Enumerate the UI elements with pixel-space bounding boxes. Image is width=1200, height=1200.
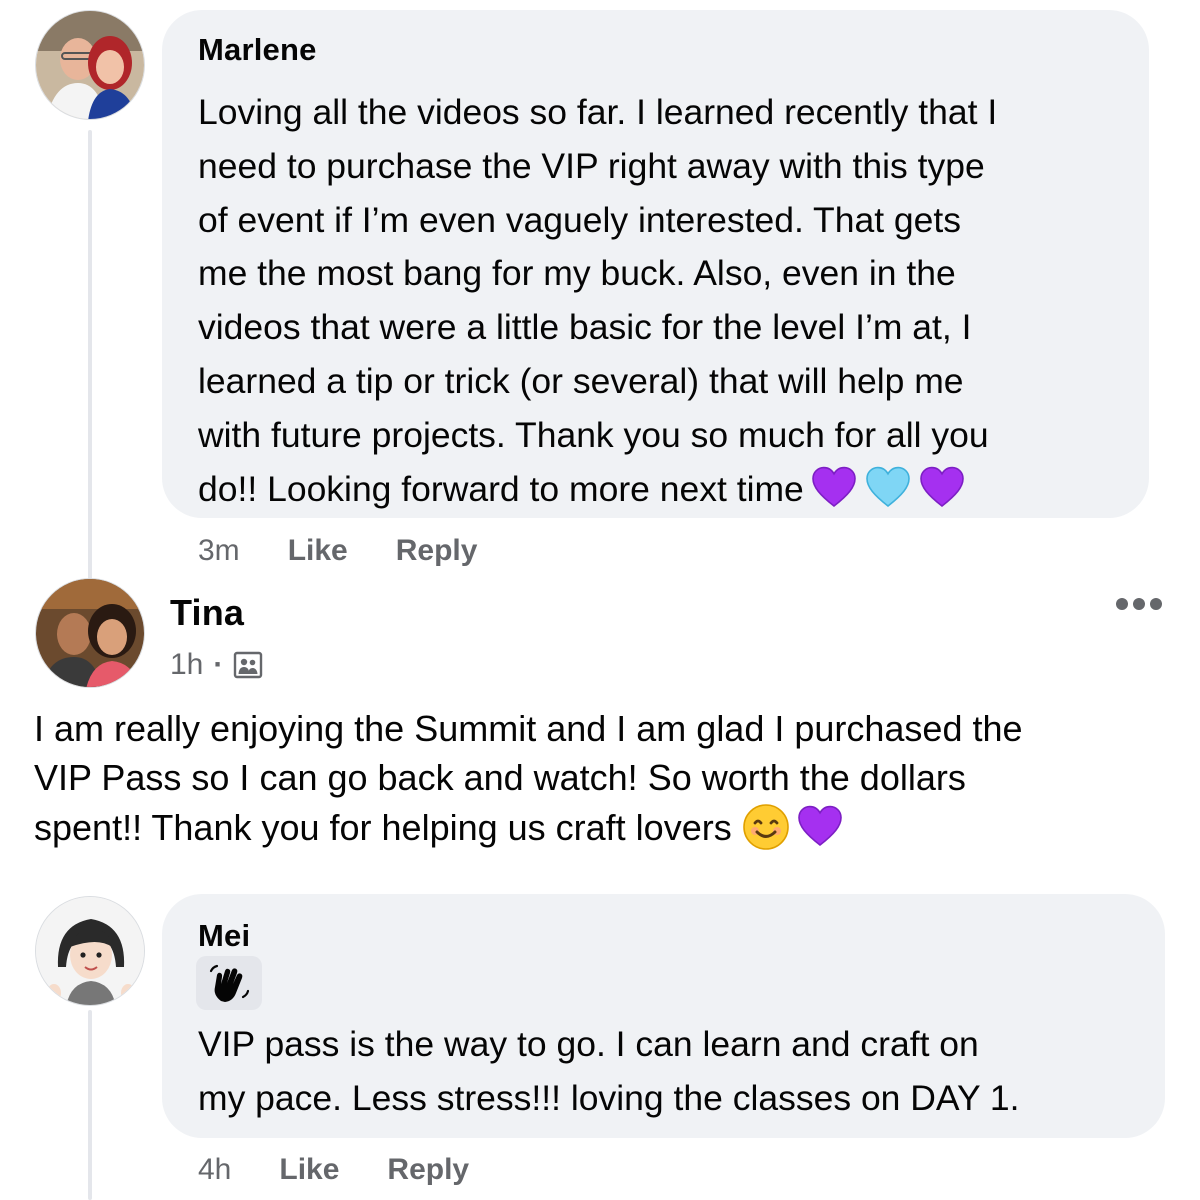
group-members-icon — [234, 651, 263, 679]
waving-hand-icon — [209, 964, 250, 1002]
comment-author[interactable]: Mei — [198, 918, 250, 954]
light-blue-heart-icon — [865, 466, 910, 507]
smiling-face-icon — [742, 804, 789, 850]
post-text-body: I am really enjoying the Summit and I am… — [34, 708, 1023, 848]
reply-button[interactable]: Reply — [396, 534, 478, 568]
like-button[interactable]: Like — [279, 1153, 339, 1187]
comment-author[interactable]: Tina — [170, 592, 244, 634]
comment-author[interactable]: Marlene — [198, 32, 317, 68]
comment-timestamp[interactable]: 4h — [198, 1153, 231, 1187]
meta-separator: · — [213, 648, 224, 681]
comment-text-body: VIP pass is the way to go. I can learn a… — [198, 1024, 1020, 1118]
waving-hand-sticker — [196, 956, 262, 1010]
purple-heart-icon — [811, 466, 856, 507]
thread-line — [88, 1010, 92, 1200]
comment-actions: 3m Like Reply — [198, 534, 477, 568]
comment-actions: 4h Like Reply — [198, 1153, 469, 1187]
post-text: I am really enjoying the Summit and I am… — [34, 705, 1174, 853]
like-button[interactable]: Like — [288, 534, 348, 568]
comment-meta: 1h · — [170, 648, 263, 682]
avatar-mei[interactable] — [35, 896, 145, 1006]
comment-text: VIP pass is the way to go. I can learn a… — [198, 1018, 1158, 1126]
comment-timestamp[interactable]: 3m — [198, 534, 240, 568]
comment-text-body: Loving all the videos so far. I learned … — [198, 92, 998, 509]
purple-heart-icon — [919, 466, 964, 507]
reply-button[interactable]: Reply — [387, 1153, 469, 1187]
comment-timestamp[interactable]: 1h — [170, 648, 203, 682]
thread-line — [88, 130, 92, 600]
more-options-icon[interactable] — [1114, 596, 1164, 612]
purple-heart-icon — [797, 805, 842, 847]
comment-text: Loving all the videos so far. I learned … — [198, 86, 1138, 516]
comment-bubble-marlene: Marlene Loving all the videos so far. I … — [162, 10, 1149, 518]
comment-bubble-mei: Mei VIP pass is the way to go. I can lea… — [162, 894, 1165, 1138]
avatar-marlene[interactable] — [35, 10, 145, 120]
avatar-tina[interactable] — [35, 578, 145, 688]
